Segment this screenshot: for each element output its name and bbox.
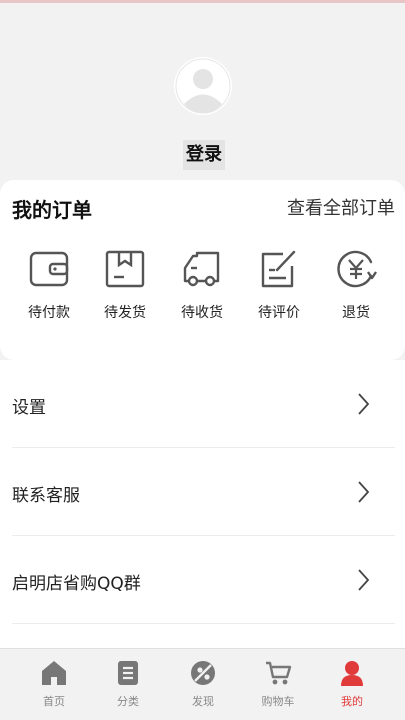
menu-item-customer-service[interactable]: 联系客服 — [0, 448, 405, 536]
chevron-right-icon — [358, 393, 370, 415]
order-item-label: 待评价 — [258, 305, 300, 321]
package-icon — [105, 250, 145, 288]
order-pending-payment[interactable]: 待付款 — [19, 248, 79, 328]
home-icon — [42, 661, 66, 685]
divider — [12, 623, 395, 624]
order-item-label: 待发货 — [104, 305, 146, 321]
refund-icon — [337, 250, 377, 288]
discover-icon — [191, 661, 215, 685]
wallet-icon — [29, 251, 69, 287]
chevron-right-icon — [358, 481, 370, 503]
tab-cart[interactable]: 购物车 — [248, 659, 308, 717]
menu-item-label: 启明店省购QQ群 — [12, 574, 141, 594]
order-pending-receipt[interactable]: 待收货 — [172, 248, 232, 328]
order-item-label: 待收货 — [181, 305, 223, 321]
review-icon — [261, 250, 296, 288]
order-item-label: 待付款 — [28, 305, 70, 321]
view-all-orders-link[interactable]: 查看全部订单 — [287, 194, 395, 220]
order-item-label: 退货 — [342, 305, 370, 321]
order-refund[interactable]: 退货 — [326, 248, 386, 328]
menu-item-qq-group[interactable]: 启明店省购QQ群 — [0, 536, 405, 624]
tab-discover[interactable]: 发现 — [173, 659, 233, 717]
profile-header: 登录 — [0, 3, 405, 183]
default-avatar-icon — [175, 58, 231, 114]
truck-icon — [183, 251, 220, 287]
menu-item-label: 联系客服 — [12, 486, 80, 506]
tab-mine[interactable]: 我的 — [322, 659, 382, 717]
order-pending-review[interactable]: 待评价 — [249, 248, 309, 328]
menu-item-settings[interactable]: 设置 — [0, 360, 405, 448]
user-icon — [341, 661, 363, 686]
tab-label: 购物车 — [261, 695, 295, 708]
avatar[interactable] — [174, 57, 232, 115]
bottom-tab-bar: 首页 分类 发现 购物车 我的 — [0, 648, 405, 720]
cart-icon — [266, 661, 292, 685]
login-button[interactable]: 登录 — [183, 140, 225, 170]
tab-label: 分类 — [117, 695, 139, 708]
orders-title: 我的订单 — [12, 198, 92, 222]
tab-label: 我的 — [341, 695, 363, 708]
menu-item-label: 设置 — [12, 398, 46, 418]
tab-label: 首页 — [43, 695, 65, 708]
tab-category[interactable]: 分类 — [98, 659, 158, 717]
order-pending-shipment[interactable]: 待发货 — [95, 248, 155, 328]
chevron-right-icon — [358, 569, 370, 591]
my-orders-card: 我的订单 查看全部订单 待付款 待发货 待收货 待评价 退货 — [0, 180, 405, 360]
tab-label: 发现 — [192, 695, 214, 708]
category-icon — [118, 661, 138, 685]
tab-home[interactable]: 首页 — [24, 659, 84, 717]
